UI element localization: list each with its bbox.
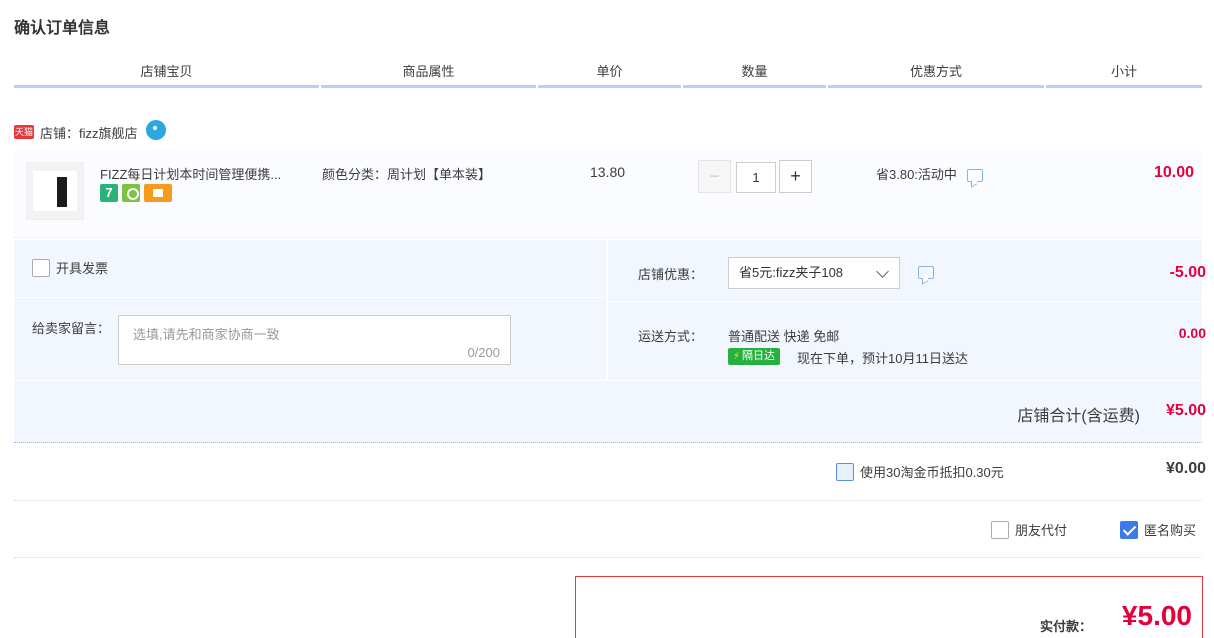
payment-label: 实付款： (1039, 619, 1092, 634)
seven-day-return-icon: 7 (100, 184, 118, 202)
header-discount: 优惠方式 (828, 56, 1044, 88)
unit-price: 13.80 (590, 164, 626, 180)
item-discount: 省3.80:活动中 (876, 164, 983, 183)
shop-total-label: 店铺合计(含运费) (1017, 408, 1140, 425)
shop-discount-label: 店铺优惠： (638, 267, 704, 282)
note-char-count: 0/200 (467, 345, 500, 360)
seller-note-input[interactable]: 选填,请先和商家协商一致 0/200 (118, 315, 511, 365)
header-shop-item: 店铺宝贝 (14, 56, 319, 88)
taobao-coin-option[interactable]: 使用30淘金币抵扣0.30元 (836, 462, 1004, 481)
shipping-value: 0.00 (1178, 325, 1206, 341)
coin-value: ¥0.00 (1165, 460, 1206, 477)
header-attribute: 商品属性 (321, 56, 536, 88)
shipping-eta: 现在下单，预计10月11日送达 (797, 351, 968, 366)
shipping-method: 普通配送 快递 免邮 (728, 329, 840, 344)
message-icon[interactable] (918, 266, 934, 279)
header-quantity: 数量 (683, 56, 826, 88)
credit-card-icon (144, 184, 172, 202)
product-attribute: 颜色分类：周计划【单本装】 (322, 167, 492, 182)
chevron-down-icon (876, 265, 889, 278)
anonymous-label: 匿名购买 (1144, 523, 1197, 538)
shop-total-value: ¥5.00 (1165, 402, 1206, 419)
quantity-increase-button[interactable]: + (779, 160, 812, 193)
coin-label: 使用30淘金币抵扣0.30元 (860, 465, 1004, 480)
item-row: FIZZ每日计划本时间管理便携... 7 颜色分类：周计划【单本装】 13.80… (14, 150, 1202, 238)
invoice-option[interactable]: 开具发票 (32, 258, 108, 277)
table-header: 店铺宝贝 商品属性 单价 数量 优惠方式 小计 (14, 56, 1202, 88)
payment-summary (575, 576, 1203, 638)
message-icon[interactable] (966, 169, 983, 182)
guarantee-icon (122, 184, 140, 202)
shop-discount-select[interactable]: 省5元:fizz夹子108 (728, 257, 900, 289)
product-thumbnail[interactable] (26, 162, 84, 220)
item-subtotal: 10.00 (1153, 164, 1194, 181)
anonymous-checkbox[interactable] (1120, 520, 1138, 539)
shop-name[interactable]: 店铺：fizz旗舰店 (40, 123, 138, 142)
tmall-icon: 天猫 (14, 125, 34, 139)
header-unit-price: 单价 (538, 56, 681, 88)
next-day-badge: 隔日达 (728, 348, 781, 365)
quantity-input[interactable] (736, 162, 776, 193)
invoice-label: 开具发票 (56, 261, 109, 276)
coin-checkbox[interactable] (836, 462, 854, 481)
note-label: 给卖家留言： (32, 321, 111, 336)
friend-pay-option[interactable]: 朋友代付 (991, 520, 1067, 539)
anonymous-purchase-option[interactable]: 匿名购买 (1120, 520, 1196, 539)
divider (14, 297, 606, 298)
shop-line: 天猫 店铺：fizz旗舰店 (14, 120, 166, 144)
divider (608, 301, 1202, 302)
friend-pay-label: 朋友代付 (1015, 523, 1068, 538)
friend-pay-checkbox[interactable] (991, 520, 1009, 539)
divider (14, 500, 1202, 501)
note-placeholder: 选填,请先和商家协商一致 (133, 327, 280, 342)
shop-discount-selected: 省5元:fizz夹子108 (739, 265, 844, 280)
invoice-checkbox[interactable] (32, 258, 50, 277)
page-title: 确认订单信息 (14, 20, 111, 37)
service-icons: 7 (100, 184, 172, 202)
payment-total: ¥5.00 (1121, 600, 1192, 631)
header-subtotal: 小计 (1046, 56, 1202, 88)
divider (14, 557, 1202, 558)
product-title[interactable]: FIZZ每日计划本时间管理便携... (100, 164, 312, 183)
discount-text: 省3.80:活动中 (876, 167, 957, 182)
shop-discount-value: -5.00 (1169, 264, 1206, 281)
quantity-decrease-button[interactable]: − (698, 160, 731, 193)
chat-icon[interactable] (145, 120, 166, 140)
shipping-label: 运送方式： (638, 329, 704, 344)
